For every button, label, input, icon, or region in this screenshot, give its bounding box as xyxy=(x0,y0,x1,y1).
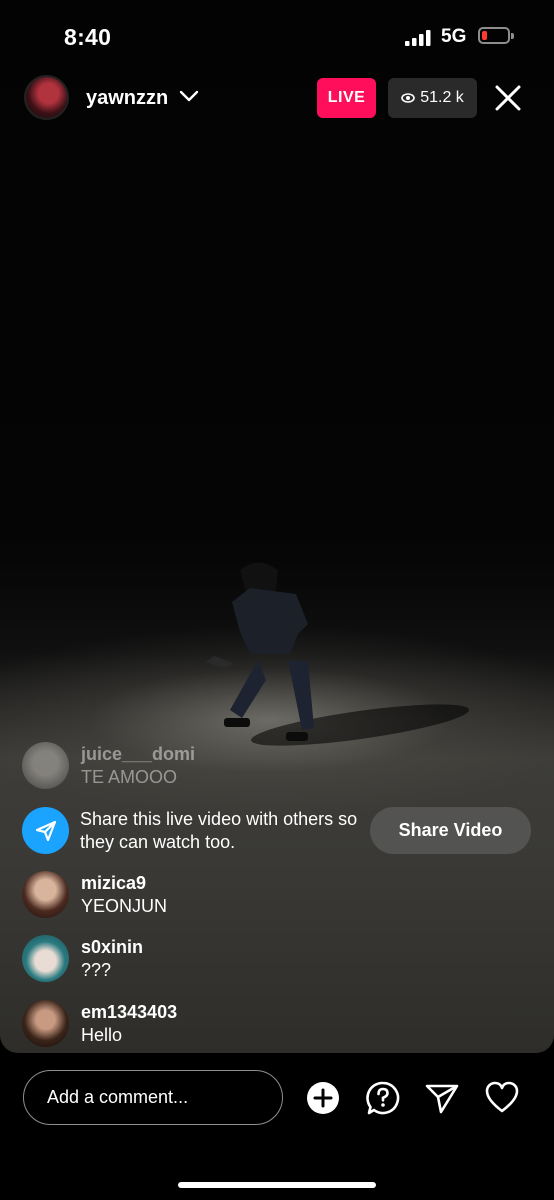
heart-icon[interactable] xyxy=(484,1080,520,1116)
eye-icon xyxy=(401,93,416,103)
comment-item: s0xinin ??? xyxy=(22,935,442,985)
add-icon[interactable] xyxy=(305,1080,341,1116)
comment-text: TE AMOOO xyxy=(81,767,178,787)
comment-input[interactable]: Add a comment... xyxy=(23,1070,283,1125)
host-username[interactable]: yawnzzn xyxy=(86,87,168,110)
comment-text: ??? xyxy=(81,960,112,980)
commenter-avatar[interactable] xyxy=(22,1000,69,1047)
paper-plane-icon[interactable] xyxy=(424,1080,460,1116)
comment-username[interactable]: mizica9 xyxy=(81,873,146,894)
commenter-avatar[interactable] xyxy=(22,871,69,918)
signal-icon xyxy=(405,30,431,46)
status-bar: 8:40 5G xyxy=(0,0,554,70)
status-time: 8:40 xyxy=(64,24,112,50)
battery-icon xyxy=(478,27,514,44)
comment-item: em1343403 Hello xyxy=(22,1000,442,1050)
question-icon[interactable] xyxy=(365,1080,401,1116)
host-avatar[interactable] xyxy=(24,75,69,120)
comment-item: mizica9 YEONJUN xyxy=(22,871,442,921)
close-icon[interactable] xyxy=(492,82,524,114)
home-indicator xyxy=(178,1182,376,1188)
viewer-count[interactable]: 51.2 k xyxy=(388,78,477,118)
comment-username[interactable]: em1343403 xyxy=(81,1002,177,1023)
send-icon xyxy=(22,807,69,854)
comment-text: YEONJUN xyxy=(81,896,168,916)
share-video-button[interactable]: Share Video xyxy=(370,807,531,854)
network-type: 5G xyxy=(441,26,467,47)
viewer-count-label: 51.2 k xyxy=(420,89,464,106)
share-prompt-text: Share this live video with others so the… xyxy=(80,809,358,852)
comment-text: Hello xyxy=(81,1025,123,1045)
share-prompt: Share this live video with others so the… xyxy=(22,807,542,857)
chevron-down-icon[interactable] xyxy=(178,88,200,104)
comment-username[interactable]: juice___domi xyxy=(81,744,195,765)
live-badge: LIVE xyxy=(317,78,376,118)
comment-username[interactable]: s0xinin xyxy=(81,937,143,958)
commenter-avatar[interactable] xyxy=(22,935,69,982)
commenter-avatar[interactable] xyxy=(22,742,69,789)
dancer-figure xyxy=(206,562,469,746)
comment-item: juice___domi TE AMOOO xyxy=(22,742,442,792)
